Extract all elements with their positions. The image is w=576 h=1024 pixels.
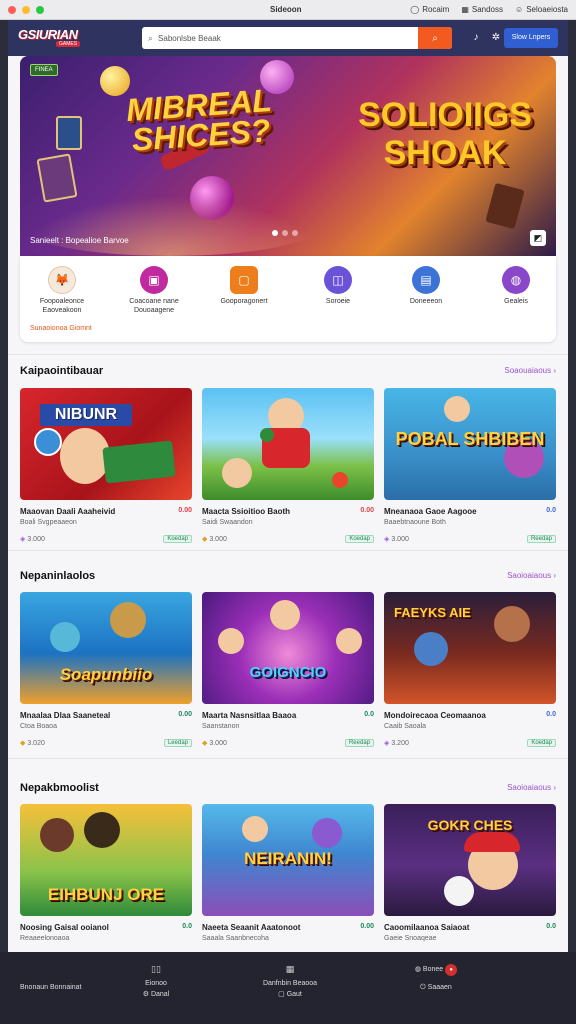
game-thumbnail (202, 388, 374, 500)
device-icon: ▯▯ (151, 964, 161, 974)
game-thumbnail: POBAL SHBIBEN (384, 388, 556, 500)
footer: Bnonaun Bonnainat ▯▯ Eionoo ⚙ Danal ▦ Da… (0, 952, 576, 1024)
hero-left-title: MIBREAL SHICES? (124, 81, 273, 158)
section-see-all-link[interactable]: Saoioaiaous › (507, 783, 556, 792)
search-input[interactable]: ⌕ Sabonlsbe Beaak ⌕ (142, 27, 452, 49)
gamepad-icon: ▣ (140, 266, 168, 294)
divider (8, 354, 568, 355)
search-icon: ⌕ (432, 32, 438, 44)
section-see-all-link[interactable]: Soaouaiaous › (504, 366, 556, 375)
logo[interactable]: GSIURIAN GAMES (18, 25, 102, 51)
search-submit-button[interactable]: ⌕ (418, 27, 452, 49)
menu-item-2[interactable]: ▦ Sandoss (461, 5, 503, 14)
bolt-icon: ◆ (20, 740, 26, 747)
hero-dot[interactable] (292, 230, 298, 236)
book-icon: ▤ (412, 266, 440, 294)
app-header: GSIURIAN GAMES ⌕ Sabonlsbe Beaak ⌕ ♪ ✲ S… (8, 20, 568, 56)
category-item[interactable]: ▢ Gooporagonert (204, 266, 284, 306)
game-thumbnail: GOIGNCIO (202, 592, 374, 704)
game-card[interactable]: NIBUNR Maaovan Daali Aaaheivid 0.00 Boali… (20, 388, 192, 543)
game-card[interactable]: NEIRANIN! Naeeta Seaanit Aaatonoot 0.00 S… (202, 804, 374, 942)
bolt-icon: ◆ (202, 536, 208, 543)
hero-caption: Sanieelt : Bopealioe Barvoe (30, 236, 129, 245)
footer-link[interactable]: Eionoo (140, 980, 172, 987)
close-window-button[interactable] (8, 5, 16, 14)
sign-in-button[interactable]: Slow Lnpers (504, 28, 558, 48)
category-item[interactable]: ◍ Gealeis (476, 266, 556, 306)
grid-icon: ▦ (461, 5, 469, 14)
section-see-all-link[interactable]: Saoioaiaous › (507, 571, 556, 580)
category-item[interactable]: ▣ Coacoane nane Douoaagene (114, 266, 194, 315)
fox-icon: 🦊 (48, 266, 76, 294)
game-card[interactable]: Soapunbiio Mnaalaa Dlaa Saaneteal 0.00 Ct… (20, 592, 192, 747)
category-item[interactable]: ▤ Doneeeon (386, 266, 466, 306)
globe-icon: ◍ (502, 266, 530, 294)
controller-icon: ◈ (20, 536, 26, 543)
hero-tag: FINEA (30, 64, 58, 76)
game-thumbnail: NIBUNR (20, 388, 192, 500)
main-content: FINEA MIBREAL SHICES? SOLIOIIGS SHOAK Sa… (8, 56, 568, 952)
record-icon[interactable]: ● (445, 964, 458, 976)
section-title: Kaipaointibauar (20, 365, 104, 377)
game-card[interactable]: EIHBUNJ ORE Noosing Gaisal ooianol 0.0 Re… (20, 804, 192, 942)
bolt-icon: ◆ (202, 740, 208, 747)
game-card[interactable]: Maacta Ssioitioo Baoth 0.00 Saidi Swaando… (202, 388, 374, 543)
menu-item-3[interactable]: ☺ Seloaeiosta (515, 5, 568, 14)
game-thumbnail: FAEYKS AIE (384, 592, 556, 704)
settings-icon[interactable]: ✲ (490, 32, 502, 44)
footer-group: ◍ Bonee ● ⏻ Saaaen (404, 964, 468, 992)
window-titlebar: Sideoon ◯ Rocaim ▦ Sandoss ☺ Seloaeiosta (0, 0, 576, 20)
window-title: Sideoon (270, 5, 302, 14)
footer-link[interactable]: Bnonaun Bonnainat (20, 984, 82, 991)
divider (8, 758, 568, 759)
bell-icon[interactable]: ♪ (470, 32, 482, 44)
game-thumbnail: GOKR CHES (384, 804, 556, 916)
store-icon: ▢ (230, 266, 258, 294)
grid-icon: ▦ (285, 964, 295, 974)
hero-right-title: SOLIOIIGS SHOAK (358, 96, 532, 172)
menu-item-1[interactable]: ◯ Rocaim (410, 5, 449, 14)
section-title: Nepaninlaolos (20, 570, 96, 582)
game-thumbnail: EIHBUNJ ORE (20, 804, 192, 916)
hero-dot[interactable] (272, 230, 278, 236)
category-item[interactable]: ◫ Soroeie (298, 266, 378, 306)
footer-link[interactable]: Gaut (287, 991, 302, 998)
circle-icon: ◯ (410, 5, 420, 14)
hero-banner[interactable]: FINEA MIBREAL SHICES? SOLIOIIGS SHOAK Sa… (20, 56, 556, 256)
game-card[interactable]: GOIGNCIO Maarta Nasnsitlaa Baaoa 0.0 Saan… (202, 592, 374, 747)
footer-link[interactable]: Danfnbin Beaooa (262, 980, 318, 987)
puzzle-icon: ◫ (324, 266, 352, 294)
footer-link[interactable]: Bonee (423, 966, 443, 973)
category-promo-link[interactable]: Sunaoionoa Giomnt (30, 325, 92, 332)
expand-icon[interactable]: ◩ (530, 230, 546, 246)
footer-group: ▦ Danfnbin Beaooa ▢ Gaut (262, 964, 318, 998)
game-card[interactable]: GOKR CHES Caoomilaanoa Saiaoat 0.0 Gaeie … (384, 804, 556, 942)
section-title: Nepakbmoolist (20, 782, 99, 794)
footer-link[interactable]: Saaaen (428, 984, 452, 991)
category-bar: 🦊 Foopoaleonce Eaoveakoon ▣ Coacoane nan… (20, 256, 556, 342)
game-card[interactable]: POBAL SHBIBEN Mneanaoa Gaoe Aagooe 0.0 Ba… (384, 388, 556, 543)
footer-link[interactable]: Danal (151, 991, 169, 998)
footer-group: ▯▯ Eionoo ⚙ Danal (140, 964, 172, 998)
lock-icon: ▢ (278, 991, 285, 998)
divider (8, 550, 568, 551)
hero-pagination (272, 230, 298, 236)
globe-icon: ◍ (414, 966, 421, 973)
game-thumbnail: NEIRANIN! (202, 804, 374, 916)
category-item[interactable]: 🦊 Foopoaleonce Eaoveakoon (22, 266, 102, 315)
maximize-window-button[interactable] (36, 5, 44, 14)
power-icon: ⏻ (420, 984, 426, 991)
minimize-window-button[interactable] (22, 5, 30, 14)
controller-icon: ◈ (384, 740, 390, 747)
game-card[interactable]: FAEYKS AIE Mondoirecaoa Ceomaanoa 0.0 Caa… (384, 592, 556, 747)
user-icon: ☺ (515, 5, 524, 14)
gear-icon: ⚙ (142, 991, 150, 998)
hero-dot[interactable] (282, 230, 288, 236)
search-icon: ⌕ (148, 32, 154, 43)
game-thumbnail: Soapunbiio (20, 592, 192, 704)
controller-icon: ◈ (384, 536, 390, 543)
